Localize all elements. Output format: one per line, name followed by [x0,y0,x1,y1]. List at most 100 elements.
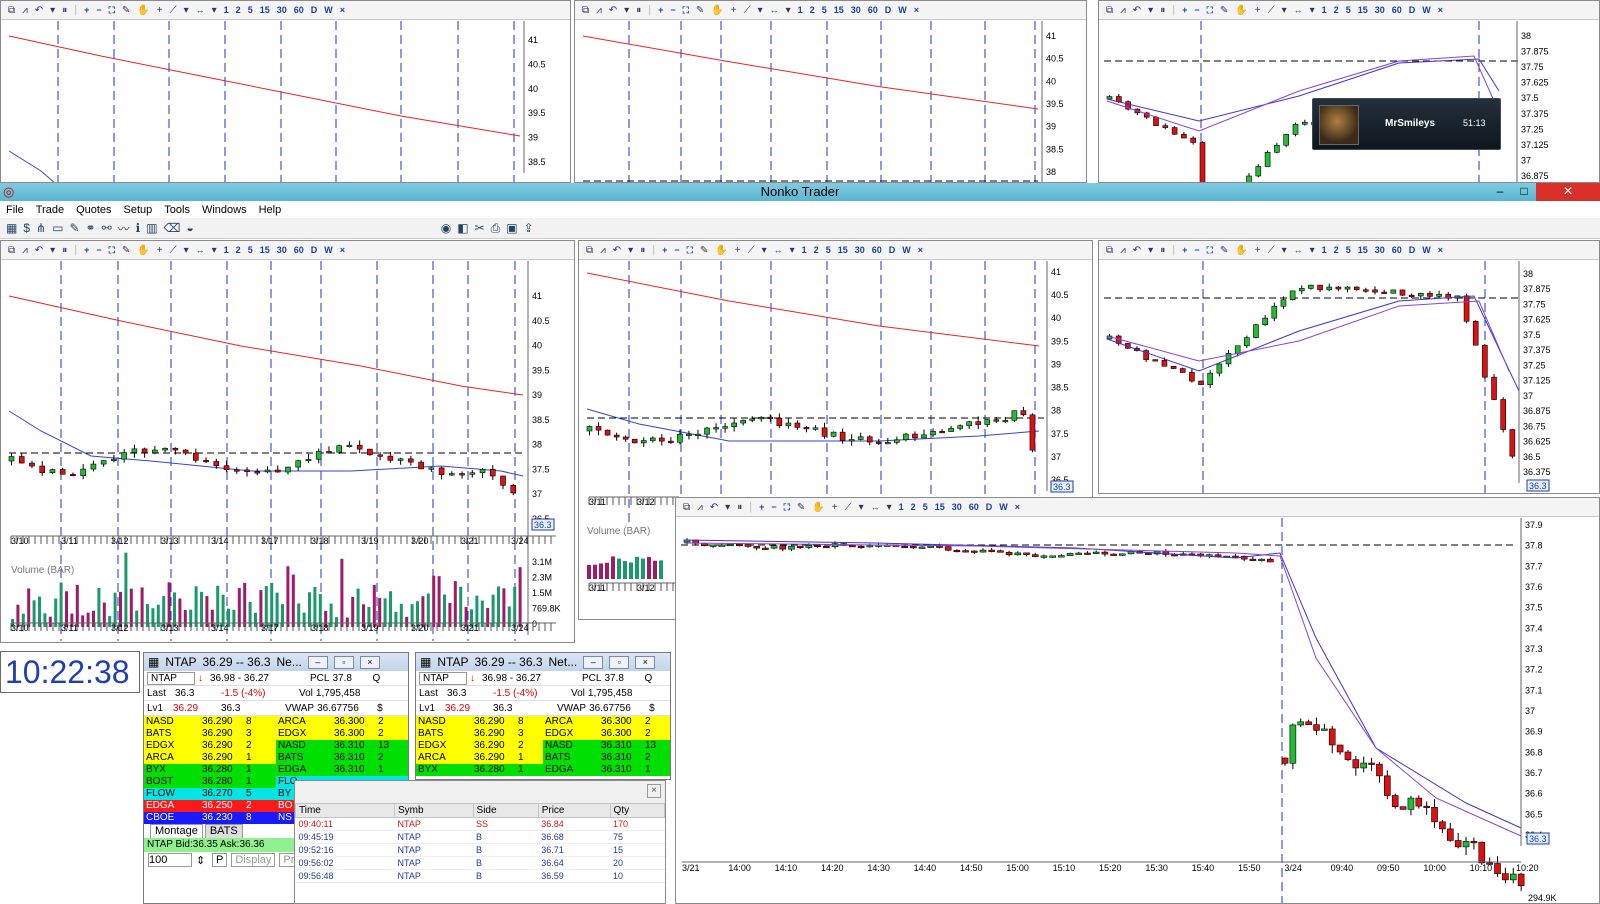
export-icon[interactable]: ⇪ [524,221,534,235]
bid-row[interactable]: EDGA 36.250 2 [144,800,276,812]
dropdown-icon[interactable]: ▾ [887,502,892,513]
undo-icon[interactable]: ↶ [613,245,621,256]
bid-row[interactable]: ARCA 36.290 1 [416,752,543,764]
timeframe-D[interactable]: D [311,245,318,255]
maximize-button[interactable]: □ [1512,183,1536,201]
hand-icon[interactable]: ✋ [715,245,727,256]
close-window-button[interactable]: × [359,655,380,669]
link2-icon[interactable]: ⚯ [102,221,112,235]
bid-row[interactable]: NASD 36.290 8 [144,716,276,728]
hand-icon[interactable]: ✋ [137,245,149,256]
timeframe-D[interactable]: D [889,245,896,255]
zoom-in-icon[interactable]: + [658,5,663,15]
bid-row[interactable]: NASD 36.290 8 [416,716,543,728]
draw-icon[interactable]: ✎ [1220,5,1228,16]
chart-settings-icon[interactable]: ⧉ [1106,5,1113,16]
dropdown-icon[interactable]: ▾ [1282,245,1287,256]
order-row[interactable]: 09:45:19 NTAP B 36.68 75 [295,830,665,844]
timeframe-W[interactable]: W [902,245,911,255]
notification-popup[interactable]: MrSmileys 51:13 [1312,98,1501,150]
fit-icon[interactable]: ⛶ [784,502,790,513]
close-chart-icon[interactable]: × [340,5,345,15]
eraser-icon[interactable]: ⌫ [164,221,181,235]
chart-settings-icon[interactable]: ⧉ [8,5,15,16]
zoom-out-icon[interactable]: − [674,245,679,255]
close-orders-button[interactable]: × [647,784,661,798]
timeframe-2[interactable]: 2 [911,502,916,512]
cube-icon[interactable]: ◧ [457,221,468,235]
ask-row[interactable]: NASD 36.310 13 [276,740,408,752]
line-tool-icon[interactable]: ⟋ [170,5,177,16]
line-tool-icon[interactable]: ⟋ [845,502,852,513]
fit-icon[interactable]: ⛶ [687,245,693,256]
close-chart-icon[interactable]: × [1438,245,1443,255]
timeframe-1[interactable]: 1 [802,245,807,255]
hand-icon[interactable]: ✋ [812,502,824,513]
ask-row[interactable]: EDGA 36.310 1 [276,764,408,776]
order-row[interactable]: 09:56:02 NTAP B 36.64 20 [295,856,665,870]
restore-window-button[interactable]: ▫ [333,655,354,669]
timeframe-5[interactable]: 5 [826,245,831,255]
timeframe-60[interactable]: 60 [872,245,882,255]
chart-window-daily[interactable]: ⧉ ⩘ ↶ ▾ ⏸ | + − ⛶ ✎ ✋ + ⟋ ▾ ↔ ▾ 1 2 5 15 30 60 D W × 41 40.5 40 39.… [0,240,575,643]
draw-icon[interactable]: ✎ [122,245,130,256]
menu-file[interactable]: File [6,204,24,216]
symbol-input[interactable]: NTAP [419,671,467,685]
fit-icon[interactable]: ⛶ [109,5,115,16]
bid-row[interactable]: BATS 36.290 3 [416,728,543,740]
dropdown-icon[interactable]: ▾ [50,5,55,16]
dollar-icon[interactable]: $ [23,221,30,235]
close-chart-icon[interactable]: × [1015,502,1020,512]
dropdown-icon[interactable]: ▾ [1310,245,1315,256]
fit-icon[interactable]: ⛶ [1207,245,1213,256]
crosshair-icon[interactable]: + [735,245,741,256]
price-type-button[interactable]: P [212,853,228,867]
hand-icon[interactable]: ✋ [711,5,723,16]
menu-quotes[interactable]: Quotes [76,204,111,216]
bars-icon[interactable]: ▥ [146,221,157,235]
dropdown-icon[interactable]: ▾ [1148,245,1153,256]
close-chart-icon[interactable]: × [918,245,923,255]
timeframe-60[interactable]: 60 [868,5,878,15]
dropdown-icon[interactable]: ▾ [212,245,217,256]
chart-window-top-middle[interactable]: ⧉ ⩘ ↶ ▾ ⏸ | + − ⛶ ✎ ✋ + ⟋ ▾ ↔ ▾ 1 2 5 15 30 60 D W × 41 40.5 40 39.… [574,0,1087,183]
printer-icon[interactable]: ⎙ [491,221,501,236]
timeframe-W[interactable]: W [324,245,333,255]
menu-help[interactable]: Help [259,204,282,216]
bid-row[interactable]: ARCA 36.290 1 [144,752,276,764]
zoom-in-icon[interactable]: + [1182,5,1187,15]
chart-settings-icon[interactable]: ⧉ [683,502,690,513]
scroll-icon[interactable]: ↔ [1294,245,1303,255]
timeframe-2[interactable]: 2 [1334,5,1339,15]
timeframe-5[interactable]: 5 [248,5,253,15]
timeframe-60[interactable]: 60 [1392,245,1402,255]
dropdown-icon[interactable]: ▾ [790,245,795,256]
timeframe-2[interactable]: 2 [236,5,241,15]
daily-price-chart[interactable]: 4140.54039.53938.53837.53736.536.33/103/… [1,261,574,642]
timeframe-60[interactable]: 60 [969,502,979,512]
timeframe-D[interactable]: D [1409,245,1416,255]
dropdown-icon[interactable]: ▾ [184,245,189,256]
scroll-icon[interactable]: ↔ [871,502,880,512]
ask-row[interactable]: BATS 36.310 2 [276,752,408,764]
undo-icon[interactable]: ↶ [1133,5,1141,16]
timeframe-5[interactable]: 5 [1346,245,1351,255]
timeframe-W[interactable]: W [999,502,1008,512]
timeframe-15[interactable]: 15 [260,245,270,255]
timeframe-15[interactable]: 15 [935,502,945,512]
dropdown-icon[interactable]: ▾ [859,502,864,513]
symbol-input[interactable]: NTAP [147,671,195,685]
intraday-large-chart[interactable]: 37.9 37.8 37.7 37.6 37.5 37.4 37.3 37.2 37.1 37 36… [676,518,1599,903]
menu-tools[interactable]: Tools [164,204,190,216]
crosshair-icon[interactable]: + [1255,5,1261,16]
quantity-stepper[interactable]: ⇕ [196,854,208,867]
indicator-icon[interactable]: ⩘ [697,502,703,513]
column-header-price[interactable]: Price [537,803,611,818]
draw-icon[interactable]: ✎ [700,245,708,256]
timeframe-1[interactable]: 1 [224,245,229,255]
hand-icon[interactable]: ✋ [1235,5,1247,16]
order-row[interactable]: 09:52:16 NTAP B 36.71 15 [295,843,665,857]
timeframe-60[interactable]: 60 [294,245,304,255]
tab-montage[interactable]: Montage [150,824,203,838]
timeframe-2[interactable]: 2 [236,245,241,255]
